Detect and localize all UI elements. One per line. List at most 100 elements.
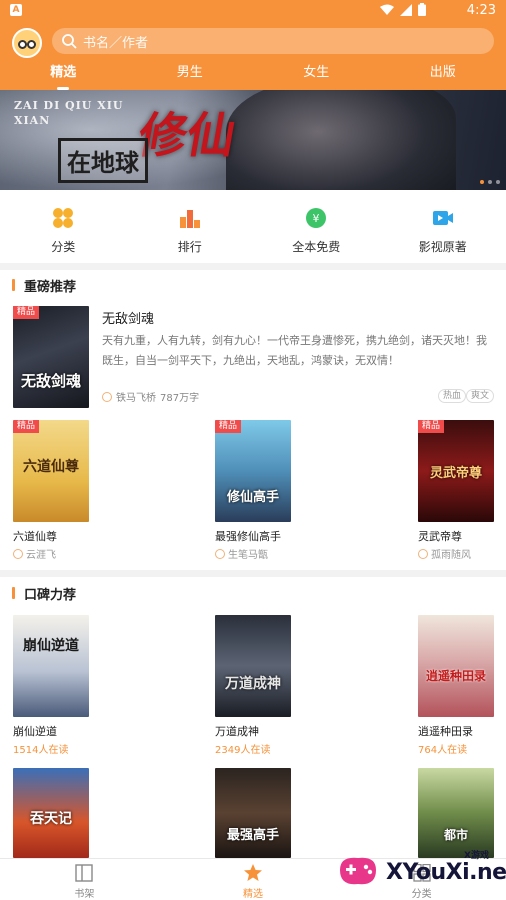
section-accent-bar (12, 279, 15, 291)
search-placeholder: 书名／作者 (83, 35, 149, 51)
avatar-eye (27, 40, 36, 49)
quick-label: 分类 (51, 240, 76, 254)
app-screen: A 4:23 书名／作者 精选 男生 女生 出版 ZAI DI QIU XIU … (0, 0, 506, 900)
cover-title: 崩仙逆道 (23, 638, 79, 654)
cover-title: 都市 (443, 828, 468, 842)
cover-title: 修仙高手 (226, 490, 279, 505)
book-tag[interactable]: 爽文 (466, 389, 495, 403)
cover-title: 吞天记 (30, 811, 72, 827)
book-author: 生笔马甑 (228, 550, 268, 561)
status-bar: A 4:23 (0, 0, 506, 22)
quick-menu: 分类 排行 ¥ 全本免费 影视原著 (0, 194, 506, 262)
section-divider (0, 570, 506, 577)
quick-category-button[interactable]: 分类 (0, 194, 127, 262)
book-cover: 逍遥种田录 (418, 615, 494, 717)
banner-subtitle: ZAI DI QIU XIU XIAN (14, 99, 124, 127)
author-icon (102, 391, 112, 402)
book-title: 无敌剑魂 (102, 312, 155, 327)
promo-banner[interactable]: ZAI DI QIU XIU XIAN 修仙 在地球 (0, 90, 506, 190)
book-author-line: 云涯飞 (13, 546, 56, 561)
book-cover: 万道成神 (215, 615, 291, 717)
cover-title: 最强高手 (226, 828, 279, 843)
author-icon (215, 548, 225, 559)
tab-featured[interactable]: 精选 (0, 62, 127, 90)
banner-character-image (226, 90, 456, 190)
section-title: 口碑力荐 (24, 588, 77, 603)
section-title: 重磅推荐 (24, 280, 77, 295)
book-readers: 764人在读 (418, 745, 468, 756)
cover-title: 无敌剑魂 (20, 372, 81, 390)
pager-dot (480, 180, 484, 184)
cover-title: 灵武帝尊 (429, 466, 482, 481)
book-author: 铁马飞桥 (116, 393, 156, 404)
quick-ranking-button[interactable]: 排行 (127, 194, 254, 262)
quality-badge: 精品 (13, 420, 40, 433)
ranking-icon (179, 210, 200, 228)
book-cover[interactable]: 精品 无敌剑魂 (13, 306, 89, 408)
book-cover: 吞天记 (13, 768, 89, 858)
battery-icon (418, 3, 426, 16)
cover-title: 逍遥种田录 (425, 669, 486, 683)
bookshelf-icon (75, 864, 94, 882)
section-header-popular: 口碑力荐 (0, 578, 506, 608)
featured-book[interactable]: 精品 无敌剑魂 无敌剑魂 天有九重，人有九转，剑有九心！一代帝王身遭惨死，携九绝… (0, 300, 506, 410)
nav-label: 书架 (74, 889, 95, 900)
book-readers: 2349人在读 (215, 745, 271, 756)
cover-title: 六道仙尊 (23, 459, 79, 475)
book-author: 孤雨随风 (431, 550, 471, 561)
status-icons (380, 3, 426, 16)
quick-label: 全本免费 (292, 240, 341, 254)
tab-publish[interactable]: 出版 (380, 62, 506, 90)
author-icon (418, 548, 428, 559)
wifi-icon (380, 4, 394, 15)
book-author-line: 铁马飞桥 787万字 (102, 389, 199, 404)
book-cover: 崩仙逆道 (13, 615, 89, 717)
banner-pager (480, 180, 500, 184)
video-icon (432, 211, 453, 225)
user-avatar[interactable] (12, 28, 42, 58)
quality-badge: 精品 (215, 420, 242, 433)
book-cover: 最强高手 (215, 768, 291, 858)
tab-male[interactable]: 男生 (127, 62, 254, 90)
quick-video-button[interactable]: 影视原著 (380, 194, 506, 262)
nav-bookshelf[interactable]: 书架 (0, 859, 169, 900)
avatar-eye (18, 40, 27, 49)
book-readers: 1514人在读 (13, 745, 69, 756)
watermark-text: XYouXi.net (386, 860, 506, 885)
book-cover: 精品 修仙高手 (215, 420, 291, 522)
author-icon (13, 548, 23, 559)
notification-icon: A (10, 4, 22, 16)
book-title: 最强修仙高手 (215, 530, 281, 543)
signal-icon (400, 3, 412, 16)
free-icon: ¥ (306, 208, 327, 228)
search-bar[interactable]: 书名／作者 (52, 28, 494, 54)
book-title: 六道仙尊 (13, 530, 57, 543)
book-tag[interactable]: 热血 (438, 389, 467, 403)
quick-label: 影视原著 (418, 240, 467, 254)
clock: 4:23 (466, 3, 496, 18)
tab-female[interactable]: 女生 (253, 62, 380, 90)
book-cover: 精品 六道仙尊 (13, 420, 89, 522)
site-watermark: X游戏 XYouXi.net (336, 846, 506, 900)
book-description: 天有九重，人有九转，剑有九心！一代帝王身遭惨死，携九绝剑，诸天灭地！我既生，自当… (102, 334, 487, 367)
gamepad-logo-icon (340, 857, 376, 885)
quick-free-button[interactable]: ¥ 全本免费 (253, 194, 380, 262)
section-header-recommend: 重磅推荐 (0, 270, 506, 300)
category-tabs: 精选 男生 女生 出版 (0, 62, 506, 90)
quality-badge: 精品 (418, 420, 445, 433)
section-divider (0, 263, 506, 270)
book-title: 灵武帝尊 (418, 530, 462, 543)
book-cover: 都市 (418, 768, 494, 858)
pager-dot (488, 180, 492, 184)
cover-title: 万道成神 (225, 676, 281, 692)
banner-title-box: 在地球 (58, 138, 148, 183)
book-word-count: 787万字 (160, 393, 200, 404)
category-icon (53, 208, 74, 228)
top-header: 书名／作者 精选 男生 女生 出版 (0, 22, 506, 90)
quick-label: 排行 (177, 240, 202, 254)
book-title: 崩仙逆道 (13, 725, 57, 738)
banner-title: 修仙 (134, 108, 241, 164)
search-icon (62, 33, 77, 49)
book-author: 云涯飞 (26, 550, 56, 561)
nav-featured[interactable]: 精选 (169, 859, 338, 900)
